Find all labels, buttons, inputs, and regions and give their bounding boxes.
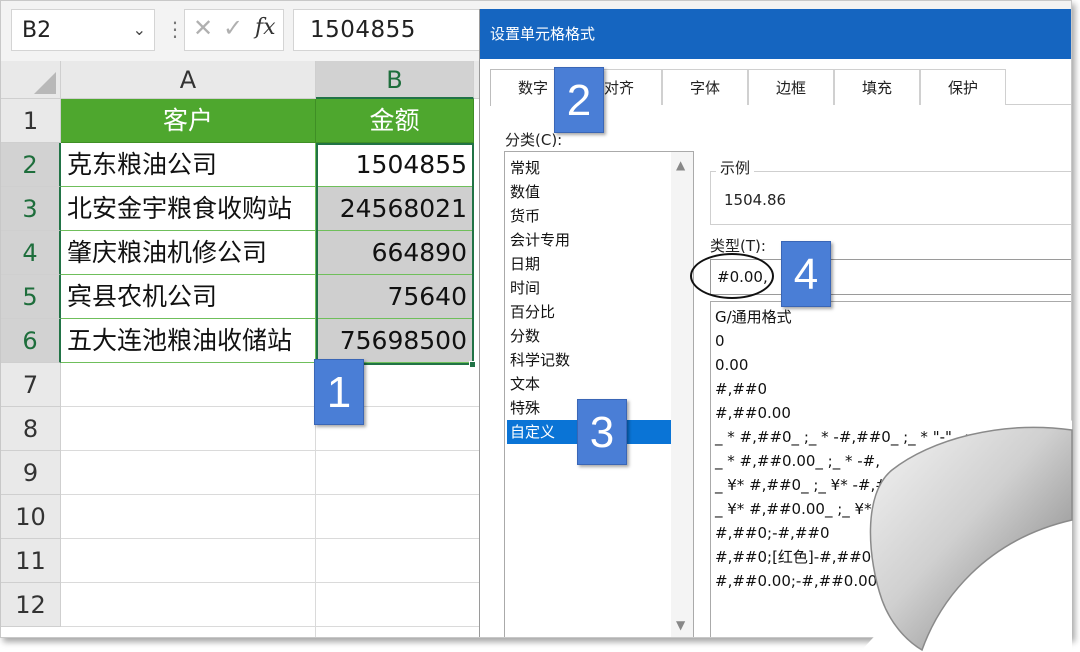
row-header[interactable]: 4 — [1, 231, 61, 275]
tab-fill[interactable]: 填充 — [834, 69, 920, 105]
category-item[interactable]: 会计专用 — [507, 228, 671, 252]
step-badge-2: 2 — [554, 67, 604, 133]
row-header[interactable]: 12 — [1, 583, 61, 627]
category-item[interactable]: 分数 — [507, 324, 671, 348]
empty-cells[interactable] — [61, 363, 481, 637]
format-item[interactable]: #,##0;[红色]-#,##0 — [715, 546, 871, 569]
category-scrollbar[interactable]: ▲ ▼ — [671, 152, 693, 637]
cell-customer[interactable]: 肇庆粮油机修公司 — [61, 231, 316, 275]
formula-value: 1504855 — [310, 17, 416, 43]
cell-amount-active[interactable]: 1504855 — [316, 143, 474, 187]
more-options-icon[interactable]: ⋮ — [165, 17, 185, 41]
cell-amount[interactable]: 664890 — [316, 231, 474, 275]
name-box-value: B2 — [22, 18, 52, 43]
cell-customer[interactable]: 克东粮油公司 — [61, 143, 316, 187]
cell-amount[interactable]: 75698500 — [316, 319, 474, 363]
category-item[interactable]: 文本 — [507, 372, 671, 396]
screenshot-frame: B2 ⌄ ⋮ ✕ ✓ fx 1504855 A B 1 2 3 4 5 6 7 … — [0, 0, 1072, 638]
step-badge-1: 1 — [314, 359, 364, 425]
format-list[interactable]: G/通用格式 0 0.00 #,##0 #,##0.00 _ * #,##0_ … — [710, 301, 1071, 637]
dialog-title-bar[interactable]: 设置单元格格式 — [480, 9, 1071, 59]
dialog-title: 设置单元格格式 — [490, 25, 596, 43]
cell-customer[interactable]: 宾县农机公司 — [61, 275, 316, 319]
row-header[interactable]: 1 — [1, 99, 61, 143]
step-badge-4: 4 — [781, 241, 831, 307]
row-header[interactable]: 9 — [1, 451, 61, 495]
name-box[interactable]: B2 ⌄ — [11, 9, 155, 51]
category-item[interactable]: 日期 — [507, 252, 671, 276]
scroll-down-icon[interactable]: ▼ — [676, 618, 685, 632]
row-header[interactable]: 8 — [1, 407, 61, 451]
format-item[interactable]: #,##0.00 — [715, 402, 791, 425]
format-item[interactable]: _ ¥* #,##0.00_ ;_ ¥* -# — [715, 498, 894, 521]
enter-icon[interactable]: ✓ — [223, 14, 243, 42]
format-item[interactable]: 0.00 — [715, 354, 748, 377]
category-item[interactable]: 数值 — [507, 180, 671, 204]
category-list[interactable]: 常规 数值 货币 会计专用 日期 时间 百分比 分数 科学记数 文本 特殊 自定… — [504, 151, 694, 637]
category-item[interactable]: 货币 — [507, 204, 671, 228]
sample-label: 示例 — [716, 157, 755, 178]
row-header[interactable]: 2 — [1, 143, 61, 187]
format-item[interactable]: G/通用格式 — [715, 306, 792, 329]
row-header[interactable]: 3 — [1, 187, 61, 231]
tab-border[interactable]: 边框 — [748, 69, 834, 105]
row-header[interactable]: 7 — [1, 363, 61, 407]
select-all-corner[interactable] — [1, 61, 61, 99]
format-item[interactable]: _ * #,##0_ ;_ * -#,##0_ ;_ * "-"_ ;_ @ — [715, 426, 997, 449]
category-item[interactable]: 常规 — [507, 156, 671, 180]
format-item[interactable]: #,##0.00;-#,##0.00 — [715, 570, 877, 593]
cell-b1[interactable]: 金额 — [316, 99, 474, 143]
cell-a1[interactable]: 客户 — [61, 99, 316, 143]
cell-amount[interactable]: 24568021 — [316, 187, 474, 231]
tab-font[interactable]: 字体 — [662, 69, 748, 105]
category-item[interactable]: 科学记数 — [507, 348, 671, 372]
category-item[interactable]: 时间 — [507, 276, 671, 300]
format-item[interactable]: _ * #,##0.00_ ;_ * -#, — [715, 450, 880, 473]
highlight-ring — [690, 253, 774, 299]
row-header[interactable]: 11 — [1, 539, 61, 583]
chevron-down-icon[interactable]: ⌄ — [133, 20, 146, 39]
category-item[interactable]: 百分比 — [507, 300, 671, 324]
scroll-up-icon[interactable]: ▲ — [676, 158, 685, 172]
column-header-b[interactable]: B — [316, 61, 474, 99]
cancel-icon[interactable]: ✕ — [193, 14, 213, 42]
column-header-a[interactable]: A — [61, 61, 316, 99]
formula-input[interactable]: 1504855 — [293, 9, 483, 51]
format-item[interactable]: _ ¥* #,##0_ ;_ ¥* -#,# — [715, 474, 888, 497]
insert-function-icon[interactable]: fx — [255, 15, 276, 40]
cell-amount[interactable]: 75640 — [316, 275, 474, 319]
format-item[interactable]: #,##0 — [715, 378, 767, 401]
formula-buttons: ✕ ✓ fx — [184, 9, 284, 51]
format-item[interactable]: #,##0;-#,##0 — [715, 522, 830, 545]
tab-protection[interactable]: 保护 — [920, 69, 1006, 105]
cell-customer[interactable]: 五大连池粮油收储站 — [61, 319, 316, 363]
row-header[interactable]: 10 — [1, 495, 61, 539]
sample-value: 1504.86 — [724, 191, 787, 209]
spreadsheet-grid: A B 1 2 3 4 5 6 7 8 9 10 11 12 客户 金额 克东粮… — [1, 61, 484, 637]
fill-handle[interactable] — [469, 361, 476, 368]
step-badge-3: 3 — [577, 399, 627, 465]
row-header[interactable]: 6 — [1, 319, 61, 363]
row-header[interactable]: 5 — [1, 275, 61, 319]
format-item[interactable]: 0 — [715, 330, 725, 353]
cell-customer[interactable]: 北安金宇粮食收购站 — [61, 187, 316, 231]
